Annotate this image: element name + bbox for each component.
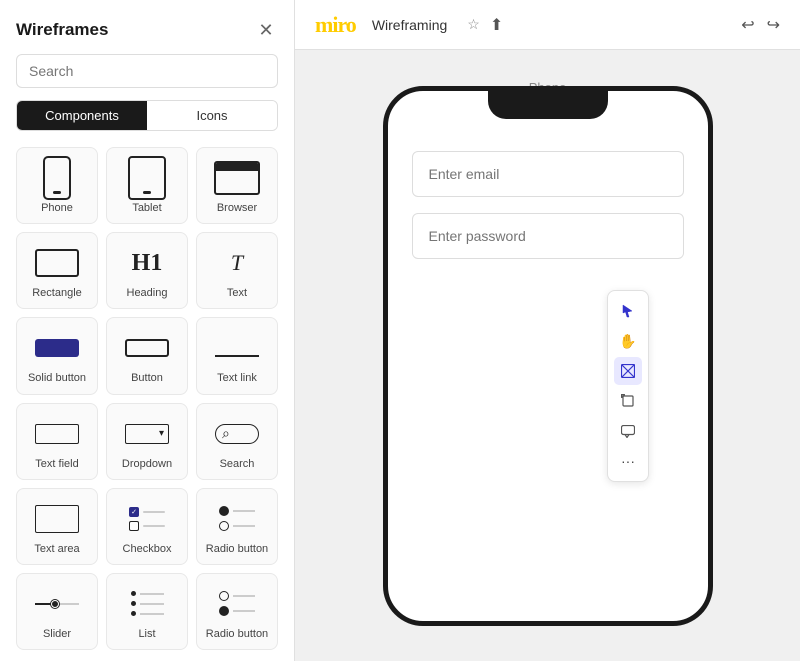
textarea-icon xyxy=(33,501,81,537)
star-icon[interactable]: ☆ xyxy=(467,16,480,33)
component-button[interactable]: Button xyxy=(106,317,188,394)
component-slider[interactable]: Slider xyxy=(16,573,98,650)
redo-button[interactable]: ↪ xyxy=(767,15,780,35)
top-bar-right: ↩ ↪ xyxy=(741,15,780,35)
tab-row: Components Icons xyxy=(16,100,278,131)
hand-tool[interactable]: ✋ xyxy=(614,327,642,355)
search-box xyxy=(16,54,278,88)
search-component-icon xyxy=(213,416,261,452)
radio-icon xyxy=(213,501,261,537)
component-text[interactable]: T Text xyxy=(196,232,278,309)
browser-icon xyxy=(213,160,261,196)
phone-content xyxy=(388,91,708,621)
component-heading[interactable]: H1 Heading xyxy=(106,232,188,309)
close-button[interactable]: ✕ xyxy=(254,18,278,42)
floating-toolbar: ✋ ··· xyxy=(607,290,649,482)
phone-notch xyxy=(488,91,608,119)
component-text-field[interactable]: Text field xyxy=(16,403,98,480)
component-label: Text field xyxy=(35,458,78,471)
text-field-icon xyxy=(33,416,81,452)
component-label: Browser xyxy=(217,202,257,215)
tab-icons[interactable]: Icons xyxy=(147,101,277,130)
slider-icon xyxy=(33,586,81,622)
component-label: Phone xyxy=(41,202,73,215)
heading-icon: H1 xyxy=(123,245,171,281)
undo-button[interactable]: ↩ xyxy=(741,15,754,35)
rectangle-icon xyxy=(33,245,81,281)
password-field[interactable] xyxy=(412,213,684,259)
miro-logo: miro xyxy=(315,12,356,38)
search-input[interactable] xyxy=(16,54,278,88)
more-tool[interactable]: ··· xyxy=(614,447,642,475)
components-grid: Phone Tablet Browser Rectangle H1 Headin… xyxy=(0,139,294,661)
wireframes-panel: Wireframes ✕ Components Icons Phone Tabl… xyxy=(0,0,295,661)
component-label: Slider xyxy=(43,628,71,641)
component-radio[interactable]: Radio button xyxy=(196,488,278,565)
main-canvas: ✋ ··· xyxy=(295,50,800,661)
component-label: Rectangle xyxy=(32,287,82,300)
component-label: Heading xyxy=(127,287,168,300)
component-label: Checkbox xyxy=(123,543,172,556)
component-tablet[interactable]: Tablet xyxy=(106,147,188,224)
component-bullet-list[interactable]: List xyxy=(106,573,188,650)
panel-title: Wireframes xyxy=(16,20,108,40)
bullet-list-icon xyxy=(123,586,171,622)
top-bar-icons: ☆ ⬆ xyxy=(467,15,503,35)
wireframing-label: Wireframing xyxy=(372,17,447,33)
component-search[interactable]: Search xyxy=(196,403,278,480)
tablet-icon xyxy=(123,160,171,196)
component-dropdown[interactable]: Dropdown xyxy=(106,403,188,480)
component-text-link[interactable]: Text link xyxy=(196,317,278,394)
comment-tool[interactable] xyxy=(614,417,642,445)
phone-frame xyxy=(383,86,713,626)
checkbox-icon: ✓ xyxy=(123,501,171,537)
component-label: Search xyxy=(220,458,255,471)
phone-icon xyxy=(33,160,81,196)
canvas-area: miro Wireframing ☆ ⬆ ↩ ↪ ✋ xyxy=(295,0,800,661)
component-label: Text area xyxy=(34,543,79,556)
text-link-icon xyxy=(213,330,261,366)
component-phone[interactable]: Phone xyxy=(16,147,98,224)
component-text-area[interactable]: Text area xyxy=(16,488,98,565)
top-bar: miro Wireframing ☆ ⬆ ↩ ↪ xyxy=(295,0,800,50)
solid-button-icon xyxy=(33,330,81,366)
dropdown-icon xyxy=(123,416,171,452)
component-numbered-list[interactable]: Radio button xyxy=(196,573,278,650)
component-label: Button xyxy=(131,372,163,385)
text-icon: T xyxy=(213,245,261,281)
tab-components[interactable]: Components xyxy=(17,101,147,130)
share-icon[interactable]: ⬆ xyxy=(490,15,503,35)
component-solid-button[interactable]: Solid button xyxy=(16,317,98,394)
numbered-list-icon xyxy=(213,586,261,622)
email-field[interactable] xyxy=(412,151,684,197)
component-label: Dropdown xyxy=(122,458,172,471)
button-icon xyxy=(123,330,171,366)
component-label: Text xyxy=(227,287,247,300)
component-label: Radio button xyxy=(206,628,268,641)
component-label: Tablet xyxy=(132,202,161,215)
component-label: Text link xyxy=(217,372,257,385)
frame-tool[interactable] xyxy=(614,387,642,415)
pointer-tool[interactable] xyxy=(614,297,642,325)
component-label: List xyxy=(138,628,155,641)
component-rectangle[interactable]: Rectangle xyxy=(16,232,98,309)
component-label: Radio button xyxy=(206,543,268,556)
component-label: Solid button xyxy=(28,372,86,385)
panel-header: Wireframes ✕ xyxy=(0,0,294,54)
cross-tool[interactable] xyxy=(614,357,642,385)
component-browser[interactable]: Browser xyxy=(196,147,278,224)
component-checkbox[interactable]: ✓ Checkbox xyxy=(106,488,188,565)
